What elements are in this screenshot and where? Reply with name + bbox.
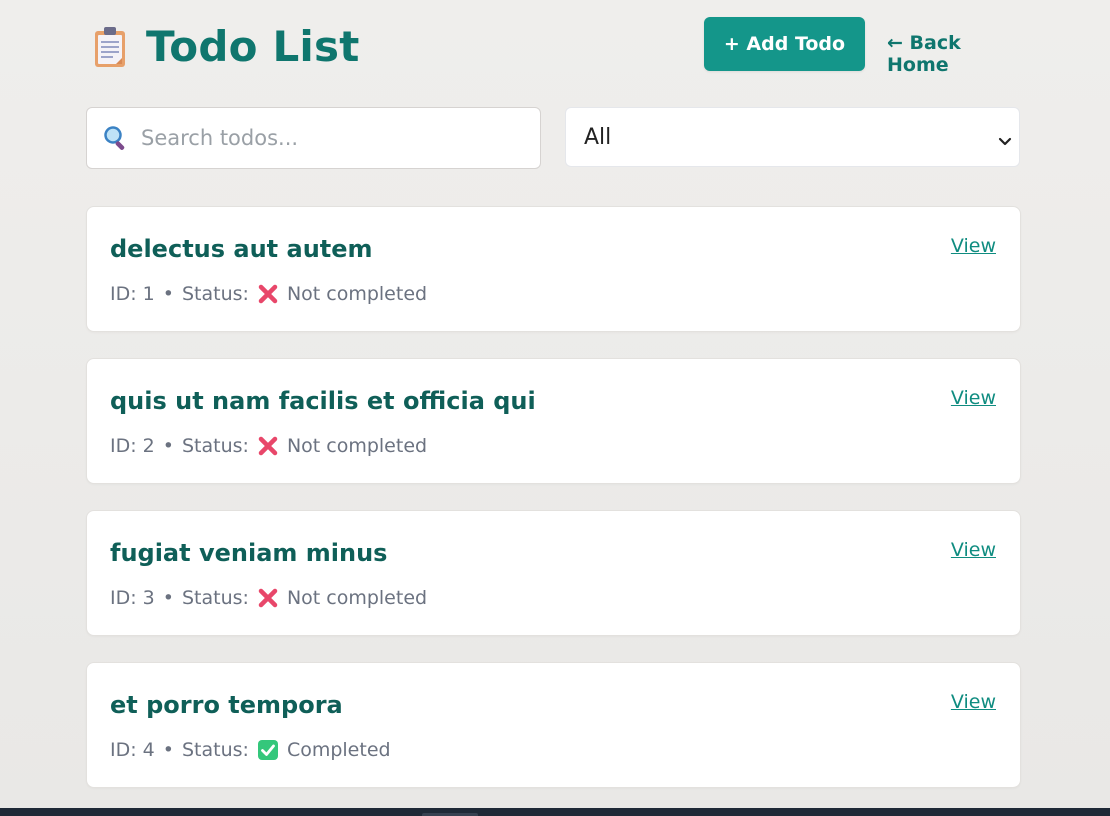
status-label: Status:	[181, 739, 249, 761]
taskbar-strip	[0, 808, 1110, 816]
view-link[interactable]: View	[951, 387, 996, 409]
header: Todo List + Add Todo ← Back Home	[86, 0, 1021, 96]
todo-title: quis ut nam facilis et officia qui	[110, 387, 536, 415]
todo-title: fugiat veniam minus	[110, 539, 388, 567]
todo-card: delectus aut autem ID: 1 • Status: Not c…	[86, 206, 1021, 332]
status-text: Not completed	[286, 587, 428, 609]
meta-separator: •	[162, 435, 174, 457]
status-text: Not completed	[286, 435, 428, 457]
todo-list: delectus aut autem ID: 1 • Status: Not c…	[86, 206, 1021, 814]
filter-selected-value: All	[584, 124, 612, 150]
cross-mark-icon	[257, 587, 279, 609]
meta-separator: •	[162, 587, 174, 609]
back-home-link[interactable]: ← Back Home	[887, 32, 1021, 76]
search-input[interactable]	[139, 117, 540, 159]
view-link[interactable]: View	[951, 539, 996, 561]
todo-card: et porro tempora ID: 4 • Status: Complet…	[86, 662, 1021, 788]
search-box[interactable]	[86, 107, 541, 169]
add-todo-button[interactable]: + Add Todo	[704, 17, 865, 71]
title-wrap: Todo List	[94, 22, 360, 72]
status-label: Status:	[181, 587, 249, 609]
meta-separator: •	[162, 739, 174, 761]
todo-card: fugiat veniam minus ID: 3 • Status: Not …	[86, 510, 1021, 636]
search-icon	[103, 125, 129, 151]
status-label: Status:	[181, 283, 249, 305]
todo-meta: ID: 1 • Status: Not completed	[110, 283, 427, 305]
todo-title: delectus aut autem	[110, 235, 373, 263]
todo-meta: ID: 3 • Status: Not completed	[110, 587, 427, 609]
todo-id: ID: 1	[110, 283, 155, 305]
todo-page: Todo List + Add Todo ← Back Home All del…	[86, 0, 1021, 788]
todo-meta: ID: 4 • Status: Completed	[110, 739, 391, 761]
todo-id: ID: 4	[110, 739, 155, 761]
todo-id: ID: 2	[110, 435, 155, 457]
page-title: Todo List	[146, 22, 360, 71]
cross-mark-icon	[257, 283, 279, 305]
check-mark-icon	[257, 739, 279, 761]
todo-title: et porro tempora	[110, 691, 343, 719]
view-link[interactable]: View	[951, 691, 996, 713]
todo-id: ID: 3	[110, 587, 155, 609]
todo-meta: ID: 2 • Status: Not completed	[110, 435, 427, 457]
chevron-down-icon	[997, 132, 1013, 146]
todo-card: quis ut nam facilis et officia qui ID: 2…	[86, 358, 1021, 484]
status-text: Completed	[286, 739, 391, 761]
cross-mark-icon	[257, 435, 279, 457]
status-label: Status:	[181, 435, 249, 457]
meta-separator: •	[162, 283, 174, 305]
status-filter-select[interactable]: All	[565, 107, 1020, 167]
clipboard-icon	[94, 26, 126, 68]
view-link[interactable]: View	[951, 235, 996, 257]
status-text: Not completed	[286, 283, 428, 305]
